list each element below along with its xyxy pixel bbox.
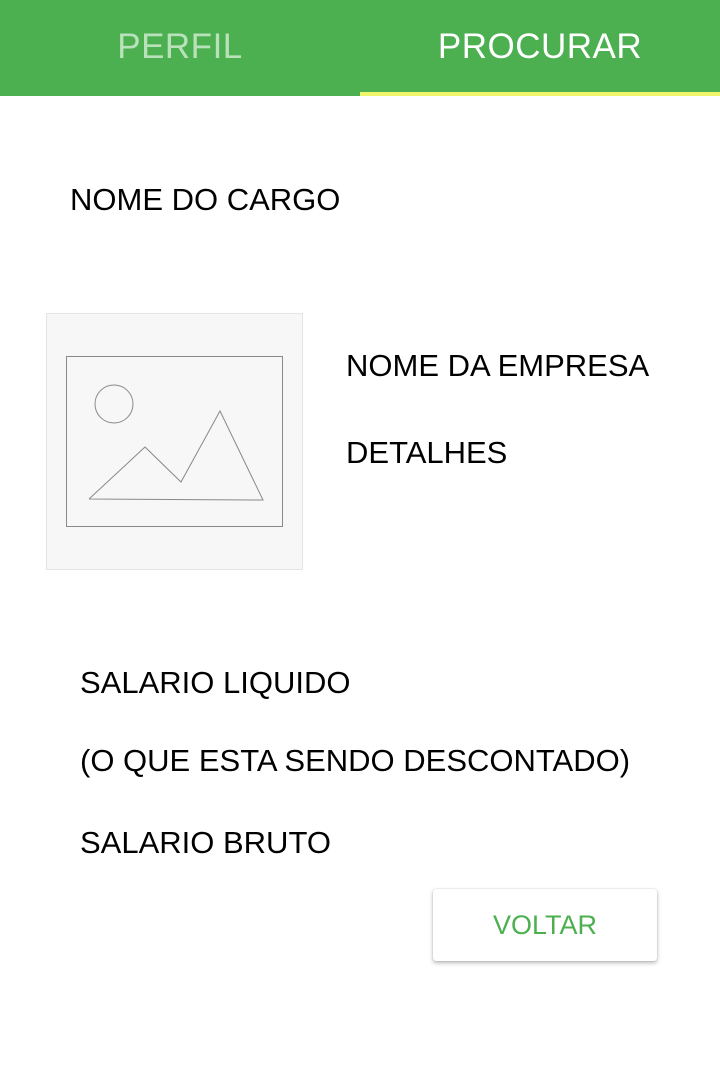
company-name: NOME DA EMPRESA: [346, 348, 650, 383]
tab-search-label: PROCURAR: [437, 27, 643, 66]
tab-profile[interactable]: PERFIL: [0, 0, 360, 96]
image-placeholder-icon: [66, 356, 283, 527]
back-button[interactable]: VOLTAR: [433, 889, 657, 961]
tab-search[interactable]: PROCURAR: [360, 0, 720, 96]
company-image: [46, 313, 303, 570]
tab-profile-label: PERFIL: [117, 27, 243, 66]
deductions-label: (O QUE ESTA SENDO DESCONTADO): [80, 743, 631, 778]
tab-bar: PERFIL PROCURAR: [0, 0, 720, 96]
app-screen: PERFIL PROCURAR NOME DO CARGO NOME DA EM…: [0, 0, 720, 1080]
job-details: DETALHES: [346, 435, 508, 470]
net-salary-label: SALARIO LIQUIDO: [80, 665, 351, 700]
job-title: NOME DO CARGO: [70, 182, 341, 217]
back-button-label: VOLTAR: [492, 909, 598, 940]
active-tab-indicator: [360, 92, 720, 96]
gross-salary-label: SALARIO BRUTO: [80, 825, 331, 860]
